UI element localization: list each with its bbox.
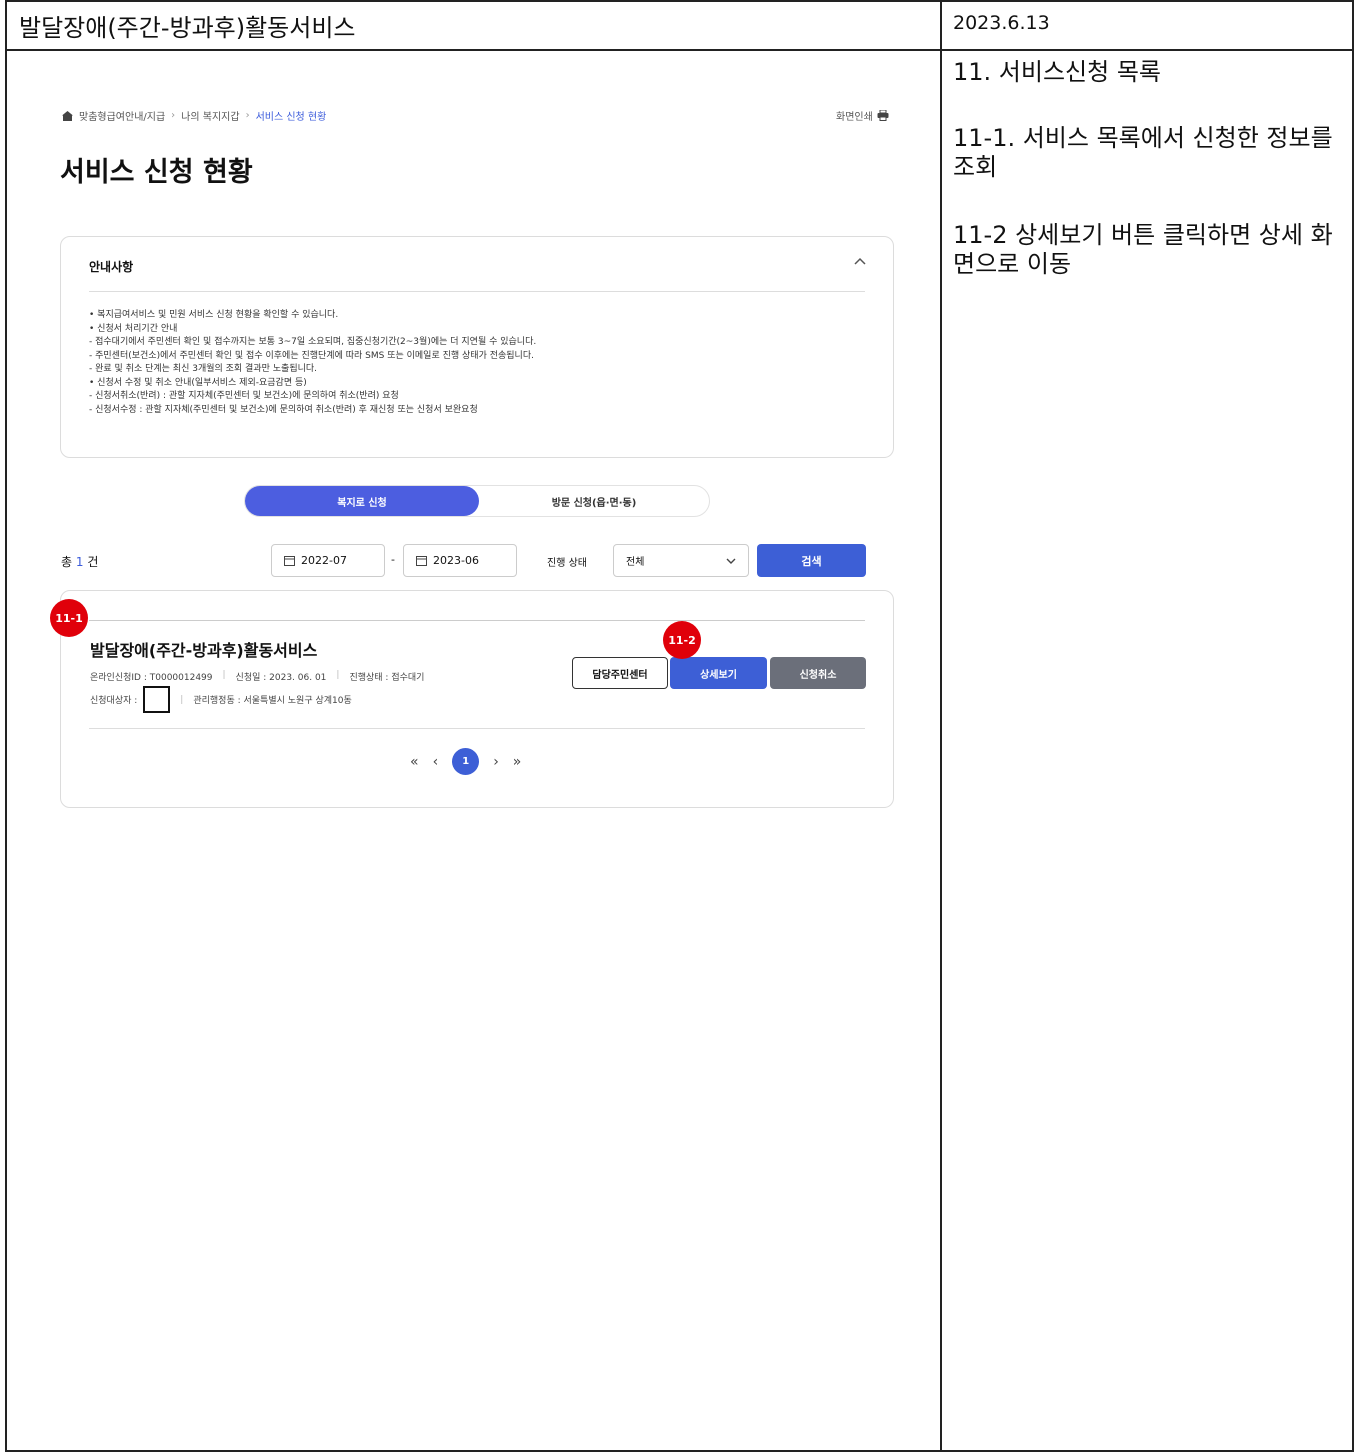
print-label: 화면인쇄 xyxy=(836,112,873,123)
status-value: 전체 xyxy=(626,557,645,568)
annotation-badge-11-1: 11-1 xyxy=(50,599,88,637)
column-divider xyxy=(940,0,942,1452)
last-page-icon[interactable]: » xyxy=(513,754,522,770)
breadcrumb-item-current: 서비스 신청 현황 xyxy=(255,112,327,123)
online-id: 온라인신청ID : T0000012499 xyxy=(90,673,213,683)
page-title: 서비스 신청 현황 xyxy=(60,157,253,188)
notice-divider xyxy=(89,291,865,292)
chevron-right-icon: › xyxy=(245,110,250,121)
document-date: 2023.6.13 xyxy=(953,12,1050,34)
tab-visit-apply[interactable]: 방문 신청(읍·면·동) xyxy=(479,486,709,516)
chevron-down-icon xyxy=(726,558,736,564)
search-button[interactable]: 검색 xyxy=(757,544,866,577)
notice-line: - 주민센터(보건소)에서 주민센터 확인 및 접수 이후에는 진행단계에 따라… xyxy=(89,350,534,361)
notice-line: - 신청서수정 : 관할 지자체(주민센터 및 보건소)에 문의하여 취소(반려… xyxy=(89,404,478,415)
total-count: 총 1 건 xyxy=(61,553,98,570)
list-divider-top xyxy=(89,620,865,621)
date-to-input[interactable]: 2023-06 xyxy=(403,544,517,577)
apply-date: 신청일 : 2023. 06. 01 xyxy=(235,673,327,683)
chevron-right-icon: › xyxy=(171,110,176,121)
total-prefix: 총 xyxy=(61,555,73,569)
notice-line: • 신청서 수정 및 취소 안내(일부서비스 제외-요금감면 등) xyxy=(89,377,307,388)
calendar-icon xyxy=(416,556,427,566)
progress-status: 진행상태 : 접수대기 xyxy=(349,673,425,683)
meta-separator: | xyxy=(180,694,184,705)
date-from-input[interactable]: 2022-07 xyxy=(271,544,385,577)
cancel-apply-button[interactable]: 신청취소 xyxy=(770,657,866,689)
calendar-icon xyxy=(284,556,295,566)
item-meta: 온라인신청ID : T0000012499 | 신청일 : 2023. 06. … xyxy=(90,670,424,683)
target-label: 신청대상자 : xyxy=(90,696,138,706)
notice-line: - 접수대기에서 주민센터 확인 및 접수까지는 보통 3~7일 소요되며, 집… xyxy=(89,337,537,347)
date-from-value: 2022-07 xyxy=(301,554,347,567)
first-page-icon[interactable]: « xyxy=(410,754,419,770)
prev-page-icon[interactable]: ‹ xyxy=(433,754,439,770)
notice-body: • 복지급여서비스 및 민원 서비스 신청 현황을 확인할 수 있습니다. • … xyxy=(89,309,536,417)
apply-type-tabs: 복지로 신청 방문 신청(읍·면·동) xyxy=(244,485,710,517)
meta-separator: | xyxy=(222,670,226,680)
status-label: 진행 상태 xyxy=(547,558,587,569)
meta-separator: | xyxy=(336,670,340,680)
print-button[interactable]: 화면인쇄 xyxy=(836,108,889,123)
service-name: 발달장애(주간-방과후)활동서비스 xyxy=(90,641,318,660)
admin-office: 관리행정동 : 서울특별시 노원구 상계10동 xyxy=(193,696,352,706)
annotation-badge-11-2: 11-2 xyxy=(663,621,701,659)
tab-online-apply[interactable]: 복지로 신청 xyxy=(245,486,479,516)
breadcrumb-item-2[interactable]: 나의 복지지갑 xyxy=(181,108,239,123)
description-title: 11. 서비스신청 목록 xyxy=(953,58,1161,86)
breadcrumb: 맞춤형급여안내/지급 › 나의 복지지갑 › 서비스 신청 현황 xyxy=(62,108,326,123)
notice-line: • 복지급여서비스 및 민원 서비스 신청 현황을 확인할 수 있습니다. xyxy=(89,310,339,320)
target-masked-box xyxy=(143,686,171,713)
date-separator: - xyxy=(391,553,395,566)
total-number: 1 xyxy=(75,555,84,569)
home-icon xyxy=(62,110,73,121)
notice-heading: 안내사항 xyxy=(89,260,134,274)
header-divider xyxy=(5,49,1354,51)
notice-line: - 완료 및 취소 단계는 최신 3개월의 조회 결과만 노출됩니다. xyxy=(89,364,318,374)
description-11-2: 11-2 상세보기 버튼 클릭하면 상세 화면으로 이동 xyxy=(953,221,1333,278)
result-list: 발달장애(주간-방과후)활동서비스 온라인신청ID : T0000012499 … xyxy=(60,590,894,808)
status-select[interactable]: 전체 xyxy=(613,544,749,577)
list-divider-bottom xyxy=(89,728,865,729)
chevron-up-icon[interactable] xyxy=(853,255,867,269)
total-suffix: 건 xyxy=(87,555,99,569)
breadcrumb-item-1[interactable]: 맞춤형급여안내/지급 xyxy=(79,108,165,123)
next-page-icon[interactable]: › xyxy=(493,754,499,770)
notice-line: • 신청서 처리기간 안내 xyxy=(89,323,178,334)
description-11-1: 11-1. 서비스 목록에서 신청한 정보를 조회 xyxy=(953,124,1333,181)
item-meta-2: 신청대상자 : | 관리행정동 : 서울특별시 노원구 상계10동 xyxy=(90,686,352,713)
printer-icon xyxy=(877,110,889,121)
pagination: « ‹ 1 › » xyxy=(410,748,521,775)
notice-panel: 안내사항 • 복지급여서비스 및 민원 서비스 신청 현황을 확인할 수 있습니… xyxy=(60,236,894,458)
date-to-value: 2023-06 xyxy=(433,554,479,567)
page-number-current[interactable]: 1 xyxy=(452,748,480,775)
document-title: 발달장애(주간-방과후)활동서비스 xyxy=(19,14,356,42)
center-info-button[interactable]: 담당주민센터 xyxy=(572,657,668,689)
detail-button[interactable]: 상세보기 xyxy=(670,657,767,689)
notice-line: - 신청서취소(반려) : 관할 지자체(주민센터 및 보건소)에 문의하여 취… xyxy=(89,391,399,401)
